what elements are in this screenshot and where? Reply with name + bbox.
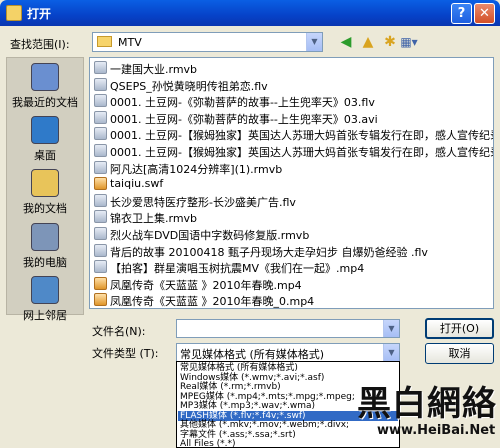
file-name: taiqiu.swf <box>110 177 164 191</box>
chevron-down-icon[interactable]: ▼ <box>383 320 399 337</box>
flash-file-icon <box>94 293 107 307</box>
cancel-button[interactable]: 取消 <box>425 343 494 364</box>
place-desktop[interactable]: 桌面 <box>7 113 83 169</box>
look-in-dropdown[interactable]: MTV ▼ <box>92 32 323 52</box>
open-file-dialog: 打开 ? ✕ 查找范围(I): MTV ▼ ◀ ▲ ✱ ▦▾ 我最近的文档 桌面… <box>0 0 500 448</box>
file-row[interactable]: 烈火战车DVD国语中字数码修复版.rmvb <box>90 226 493 242</box>
file-name-input[interactable]: ▼ <box>176 319 400 338</box>
media-file-icon <box>94 260 107 274</box>
file-type-option[interactable]: 常见媒体格式 (所有媒体格式) <box>178 363 398 373</box>
network-places-icon <box>31 276 59 304</box>
place-network-places[interactable]: 网上邻居 <box>7 273 83 329</box>
my-computer-icon <box>31 223 59 251</box>
flash-file-icon <box>94 177 107 191</box>
file-name: 一建国大业.rmvb <box>110 63 198 76</box>
watermark-logo: 黑白網絡 <box>357 384 497 424</box>
look-in-label: 查找范围(I): <box>10 38 70 51</box>
media-file-icon <box>94 94 107 108</box>
file-row[interactable]: 0001. 土豆网-《弥勒菩萨的故事--上生兜率天》03.avi <box>90 110 493 126</box>
place-my-documents[interactable]: 我的文档 <box>7 166 83 222</box>
file-name: 0001. 土豆网-【猴姆独家】英国达人苏珊大妈首张专辑发行在即，感人宣传纪录片 <box>110 146 494 159</box>
file-name: 凤凰传奇《天蓝蓝 》2010年春晚_0.mp4 <box>110 295 315 309</box>
file-row[interactable]: 背后的故事 20100418 甄子丹现场大走孕妇步 自爆奶爸经验 .flv <box>90 243 493 259</box>
place-label: 我最近的文档 <box>12 96 78 109</box>
media-file-icon <box>94 127 107 141</box>
file-row[interactable]: QSEPS_孙悦黄晓明传祖弟恋.flv <box>90 77 493 93</box>
file-type-value: 常见媒体格式 (所有媒体格式) <box>180 348 325 361</box>
dialog-title: 打开 <box>27 7 52 21</box>
place-label: 桌面 <box>34 149 56 162</box>
close-button[interactable]: ✕ <box>474 3 495 24</box>
place-label: 网上邻居 <box>23 309 67 322</box>
desktop-icon <box>31 116 59 144</box>
file-row[interactable]: taiqiu.swf <box>90 176 493 191</box>
look-in-value: MTV <box>118 36 142 49</box>
title-bar[interactable]: 打开 ? ✕ <box>0 0 500 26</box>
new-folder-icon[interactable]: ✱ <box>380 32 400 52</box>
recent-documents-icon <box>31 63 59 91</box>
up-folder-icon[interactable]: ▲ <box>358 32 378 52</box>
help-button[interactable]: ? <box>451 3 472 24</box>
folder-open-icon <box>6 5 22 21</box>
file-name: 长沙爱思特医疗整形-长沙盛美广告.flv <box>110 195 296 209</box>
watermark: 黑白網絡 www.HeiBai.Net <box>357 376 500 448</box>
flash-file-icon <box>94 276 107 290</box>
views-menu-icon[interactable]: ▦▾ <box>399 32 419 52</box>
chevron-down-icon[interactable]: ▼ <box>306 33 322 51</box>
file-list[interactable]: 一建国大业.rmvb QSEPS_孙悦黄晓明传祖弟恋.flv 0001. 土豆网-《… <box>89 57 494 309</box>
file-row[interactable]: 阿凡达[高清1024分辨率](1).rmvb <box>90 160 493 176</box>
file-name: 凤凰传奇《天蓝蓝 》2010年春晚.mp4 <box>110 278 302 292</box>
place-my-computer[interactable]: 我的电脑 <box>7 220 83 276</box>
media-file-icon <box>94 243 107 257</box>
file-name: QSEPS_孙悦黄晓明传祖弟恋.flv <box>110 79 268 93</box>
media-file-icon <box>94 160 107 174</box>
file-row[interactable]: 0001. 土豆网-【猴姆独家】英国达人苏珊大妈首张专辑发行在即，感人宣传纪录片 <box>90 126 494 143</box>
my-documents-icon <box>31 169 59 197</box>
file-name: 0001. 土豆网-《弥勒菩萨的故事--上生兜率天》03.avi <box>110 112 378 126</box>
media-file-icon <box>94 77 107 91</box>
media-file-icon <box>94 193 107 207</box>
place-label: 我的文档 <box>23 202 67 215</box>
file-name: 烈火战车DVD国语中字数码修复版.rmvb <box>110 229 310 242</box>
chevron-down-icon[interactable]: ▼ <box>383 344 399 361</box>
file-row[interactable]: 一建国大业.rmvb <box>90 60 493 76</box>
file-name: 背后的故事 20100418 甄子丹现场大走孕妇步 自爆奶爸经验 .flv <box>110 245 428 259</box>
media-file-icon <box>94 61 107 74</box>
file-name: 锦衣卫上集.rmvb <box>110 212 198 226</box>
media-file-icon <box>94 110 107 124</box>
file-row[interactable]: 锦衣卫上集.rmvb <box>90 209 493 226</box>
file-row[interactable]: 凤凰传奇《天蓝蓝 》2010年春晚_0.mp4 <box>90 292 493 309</box>
file-row[interactable]: 0001. 土豆网-【猴姆独家】英国达人苏珊大妈首张专辑发行在即，感人宣传纪录片 <box>90 143 494 159</box>
place-recent-documents[interactable]: 我最近的文档 <box>7 60 83 116</box>
back-arrow-icon[interactable]: ◀ <box>336 32 356 52</box>
file-name: 阿凡达[高清1024分辨率](1).rmvb <box>110 162 283 176</box>
file-name-label: 文件名(N): <box>92 325 146 338</box>
file-row[interactable]: 长沙爱思特医疗整形-长沙盛美广告.flv <box>90 193 493 209</box>
file-type-dropdown[interactable]: 常见媒体格式 (所有媒体格式) ▼ <box>176 343 400 362</box>
file-name: 【拍客】群星演唱玉树抗震MV《我们在一起》.mp4 <box>110 262 365 276</box>
file-row[interactable]: 凤凰传奇《天蓝蓝 》2010年春晚.mp4 <box>90 276 493 292</box>
file-type-label: 文件类型 (T): <box>92 347 159 360</box>
media-file-icon <box>94 144 107 157</box>
file-name: 0001. 土豆网-《弥勒菩萨的故事--上生兜率天》03.flv <box>110 96 375 110</box>
places-bar: 我最近的文档 桌面 我的文档 我的电脑 网上邻居 <box>6 57 84 322</box>
media-file-icon <box>94 227 107 240</box>
place-label: 我的电脑 <box>23 256 67 269</box>
file-row[interactable]: 【拍客】群星演唱玉树抗震MV《我们在一起》.mp4 <box>90 259 493 276</box>
file-row[interactable]: 0001. 土豆网-《弥勒菩萨的故事--上生兜率天》03.flv <box>90 93 493 110</box>
media-file-icon <box>94 210 107 224</box>
open-button[interactable]: 打开(O) <box>425 318 494 339</box>
folder-icon <box>97 36 112 47</box>
file-name: 0001. 土豆网-【猴姆独家】英国达人苏珊大妈首张专辑发行在即，感人宣传纪录片 <box>110 129 494 143</box>
watermark-url: www.HeiBai.Net <box>377 423 496 438</box>
